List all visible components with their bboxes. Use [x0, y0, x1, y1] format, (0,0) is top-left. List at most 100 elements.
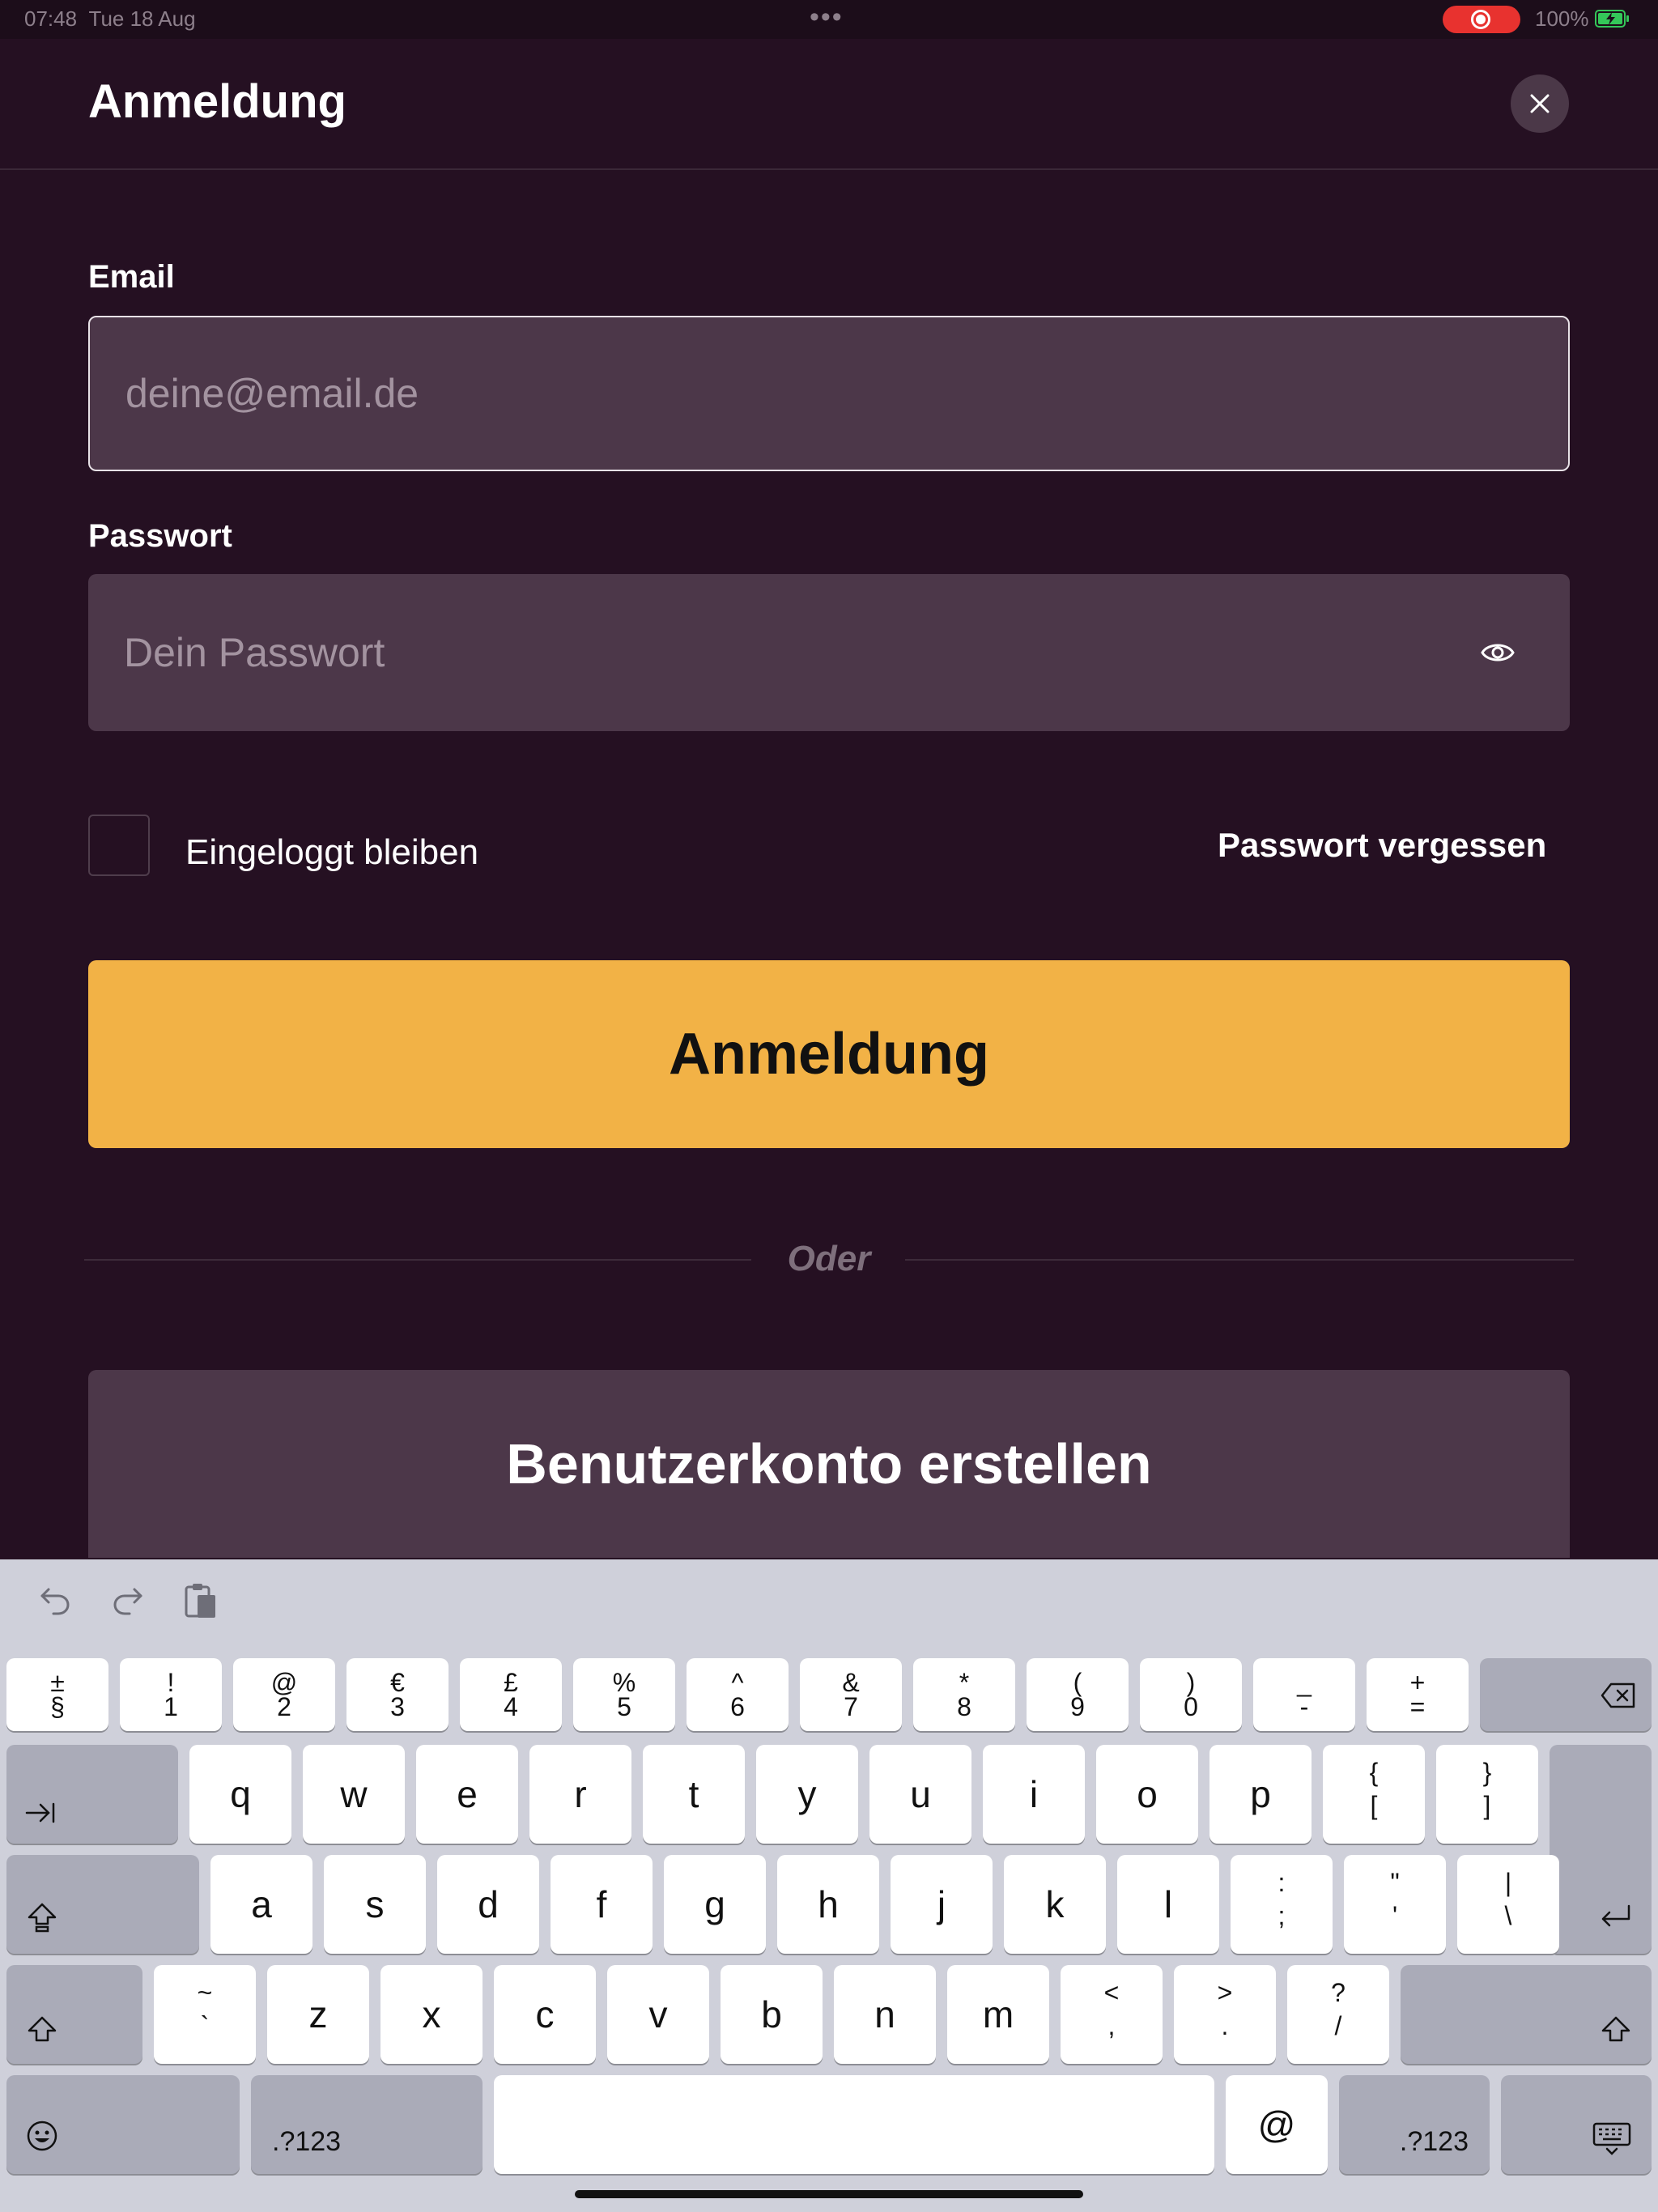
keyboard-dismiss-key[interactable]: [1501, 2075, 1652, 2174]
key-shift-label: |: [1504, 1868, 1512, 1897]
key-c[interactable]: c: [494, 1965, 596, 2064]
return-icon: [1598, 1903, 1634, 1938]
key-quote[interactable]: " ': [1344, 1855, 1446, 1954]
key-comma[interactable]: <,: [1061, 1965, 1163, 2064]
key-2[interactable]: @2: [233, 1658, 335, 1731]
key-z[interactable]: z: [267, 1965, 369, 2064]
key-label: 3: [390, 1692, 405, 1721]
key-o[interactable]: o: [1096, 1745, 1198, 1844]
key-shift-label: }: [1482, 1758, 1492, 1787]
key-backslash[interactable]: | \: [1457, 1855, 1559, 1954]
key-shift-label: ~: [197, 1978, 213, 2007]
key-at[interactable]: @: [1226, 2075, 1328, 2174]
key-label: .?123: [272, 2126, 342, 2157]
key--[interactable]: _ -: [1253, 1658, 1355, 1731]
key-v[interactable]: v: [607, 1965, 709, 2064]
key-semicolon[interactable]: :;: [1231, 1855, 1333, 1954]
emoji-key[interactable]: [6, 2075, 240, 2174]
key-label: q: [230, 1773, 251, 1815]
email-field[interactable]: [88, 316, 1570, 471]
key-label: t: [688, 1773, 699, 1815]
tab-key[interactable]: [6, 1745, 178, 1844]
capslock-key[interactable]: [6, 1855, 199, 1954]
shift-icon: [1600, 2014, 1632, 2051]
key-period[interactable]: >.: [1174, 1965, 1276, 2064]
backspace-key[interactable]: [1480, 1658, 1652, 1731]
key-label: ,: [1107, 2011, 1116, 2040]
key-f[interactable]: f: [551, 1855, 653, 1954]
redo-icon[interactable]: [110, 1583, 146, 1619]
shift-left-key[interactable]: [6, 1965, 142, 2064]
email-label: Email: [88, 259, 175, 295]
key-h[interactable]: h: [777, 1855, 879, 1954]
key-y[interactable]: y: [756, 1745, 858, 1844]
key-j[interactable]: j: [891, 1855, 993, 1954]
password-field[interactable]: [88, 574, 1570, 731]
show-password-icon[interactable]: [1480, 636, 1516, 669]
numbers-key-left[interactable]: .?123: [251, 2075, 483, 2174]
backspace-icon: [1600, 1682, 1637, 1716]
key-label: m: [982, 1993, 1014, 2035]
key-4[interactable]: £4: [460, 1658, 562, 1731]
remember-me-checkbox[interactable]: [88, 815, 150, 876]
key-d[interactable]: d: [437, 1855, 539, 1954]
key-label: 1: [164, 1692, 178, 1721]
key-m[interactable]: m: [947, 1965, 1049, 2064]
key-label: w: [340, 1773, 368, 1815]
key-b[interactable]: b: [721, 1965, 823, 2064]
key-bracket-left[interactable]: {[: [1323, 1745, 1425, 1844]
key-label: c: [535, 1993, 555, 2035]
numbers-key-right[interactable]: .?123: [1339, 2075, 1490, 2174]
key-e[interactable]: e: [416, 1745, 518, 1844]
key-u[interactable]: u: [869, 1745, 971, 1844]
key-s[interactable]: s: [324, 1855, 426, 1954]
key-i[interactable]: i: [983, 1745, 1085, 1844]
key-label: 2: [277, 1692, 291, 1721]
key-r[interactable]: r: [529, 1745, 631, 1844]
key-label: h: [818, 1883, 839, 1925]
key-3[interactable]: €3: [346, 1658, 449, 1731]
key-label: /: [1334, 2011, 1342, 2040]
key-shift-label: >: [1217, 1978, 1233, 2007]
key-6[interactable]: ^ 6: [687, 1658, 789, 1731]
key-§[interactable]: ± §: [6, 1658, 108, 1731]
key-8[interactable]: * 8: [913, 1658, 1015, 1731]
space-bar[interactable]: [494, 2075, 1214, 2174]
key-l[interactable]: l: [1117, 1855, 1219, 1954]
key-x[interactable]: x: [380, 1965, 483, 2064]
key-=[interactable]: + =: [1367, 1658, 1469, 1731]
login-button[interactable]: Anmeldung: [88, 960, 1570, 1148]
key-label: b: [761, 1993, 782, 2035]
key-1[interactable]: ! 1: [120, 1658, 222, 1731]
key-q[interactable]: q: [189, 1745, 291, 1844]
close-button[interactable]: [1511, 74, 1569, 133]
forgot-password-link[interactable]: Passwort vergessen: [1218, 826, 1546, 865]
undo-icon[interactable]: [37, 1583, 73, 1619]
key-label: -: [1299, 1692, 1309, 1721]
key-g[interactable]: g: [664, 1855, 766, 1954]
key-label: @: [1257, 2104, 1296, 2146]
screen-recording-icon[interactable]: [1443, 6, 1520, 33]
remember-me-label[interactable]: Eingeloggt bleiben: [185, 832, 478, 873]
key-n[interactable]: n: [834, 1965, 936, 2064]
home-indicator[interactable]: [575, 2190, 1083, 2198]
page-title: Anmeldung: [88, 75, 346, 128]
shift-right-key[interactable]: [1401, 1965, 1652, 2064]
key-a[interactable]: a: [210, 1855, 312, 1954]
key-t[interactable]: t: [643, 1745, 745, 1844]
shift-icon: [26, 2014, 58, 2051]
return-key[interactable]: [1550, 1745, 1652, 1954]
key-7[interactable]: & 7: [800, 1658, 902, 1731]
key-k[interactable]: k: [1004, 1855, 1106, 1954]
key-0[interactable]: ) 0: [1140, 1658, 1242, 1731]
key-5[interactable]: % 5: [573, 1658, 675, 1731]
multitasking-dots-icon[interactable]: •••: [810, 2, 844, 33]
key-9[interactable]: (9: [1027, 1658, 1129, 1731]
key-p[interactable]: p: [1209, 1745, 1312, 1844]
key-slash[interactable]: ? /: [1287, 1965, 1389, 2064]
paste-icon[interactable]: [183, 1580, 219, 1621]
key-backtick[interactable]: ~ `: [154, 1965, 256, 2064]
key-w[interactable]: w: [303, 1745, 405, 1844]
key-bracket-right[interactable]: }]: [1436, 1745, 1538, 1844]
create-account-button[interactable]: Benutzerkonto erstellen: [88, 1370, 1570, 1558]
